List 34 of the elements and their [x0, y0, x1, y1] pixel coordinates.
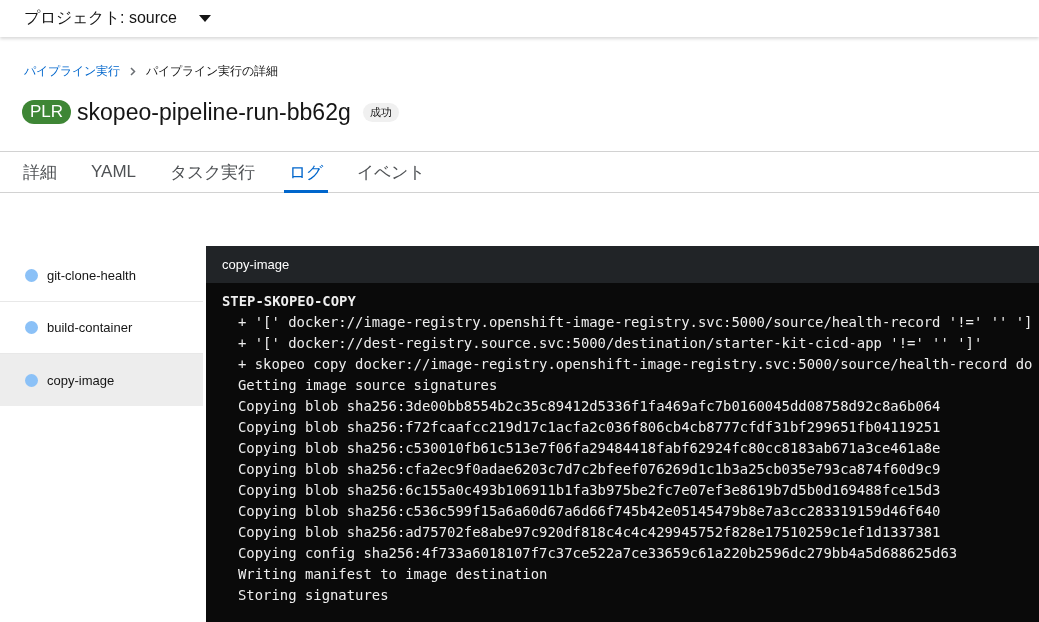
breadcrumb-current: パイプライン実行の詳細 [146, 63, 278, 80]
task-item[interactable]: git-clone-health [0, 250, 203, 302]
log-line: Copying blob sha256:6c155a0c493b106911b1fa3b975be2fc7e07ef3e8619b7d5b0d169488fce15d3 [238, 482, 941, 498]
tab[interactable]: 詳細 [6, 152, 74, 192]
log-line: Copying blob sha256:c530010fb61c513e7f06fa29484418fabf62924fc80cc8183ab671a3ce461a8e [238, 440, 941, 456]
chevron-right-icon [130, 67, 136, 76]
log-line: + '[' docker://dest-registry.source.svc:5000/destination/starter-kit-cicd-app '!=' '' ']' [238, 335, 983, 351]
log-line: Copying blob sha256:cfa2ec9f0adae6203c7d7c2bfeef076269d1c1b3a25cb035e793ca874f60d9c9 [238, 461, 941, 477]
tab[interactable]: イベント [340, 152, 443, 192]
log-line: Copying config sha256:4f733a6018107f7c37ce522a7ce33659c61a220b2596dc279bb4a5d688625d63 [238, 545, 958, 561]
log-line: Copying blob sha256:3de00bb8554b2c35c89412d5336f1fa469afc7b0160045dd08758d92c8a6b064 [238, 398, 941, 414]
task-item[interactable]: copy-image [0, 354, 203, 406]
log-line: Writing manifest to image destination [238, 566, 548, 582]
log-line: Copying blob sha256:f72fcaafcc219d17c1acfa2c036f806cb4cb8777cfdf31bf299651fb04119251 [238, 419, 941, 435]
log-line: Copying blob sha256:ad75702fe8abe97c920df818c4c4c429945752f828e17510259c1ef1d1337381 [238, 524, 941, 540]
status-label: 成功 [362, 102, 399, 122]
breadcrumb-link[interactable]: パイプライン実行 [24, 63, 120, 80]
tab[interactable]: ログ [272, 152, 341, 192]
page-title: skopeo-pipeline-run-bb62g [77, 98, 351, 126]
status-dot-icon [25, 373, 38, 387]
log-line: Getting image source signatures [238, 377, 498, 393]
log-step-heading: STEP-SKOPEO-COPY [222, 293, 356, 309]
log-title: copy-image [222, 257, 290, 272]
resource-badge: PLR [22, 100, 72, 124]
status-dot-icon [25, 269, 38, 282]
tab[interactable]: タスク実行 [153, 152, 273, 192]
project-selector[interactable]: プロジェクト: source [24, 8, 211, 29]
log-line: + '[' docker://image-registry.openshift-image-registry.svc:5000/source/health-record '!=' '' '] [238, 314, 1033, 330]
status-dot-icon [25, 321, 38, 334]
log-line: Storing signatures [238, 587, 389, 603]
caret-icon [198, 14, 211, 23]
tab[interactable]: YAML [74, 152, 154, 192]
log-line: + skopeo copy docker://image-registry.openshift-image-registry.svc:5000/source/health-record do [238, 356, 1033, 372]
log-line: Copying blob sha256:c536c599f15a6a60d67a6d66f745b42e05145479b8e7a3cc283319159d46f640 [238, 503, 941, 519]
